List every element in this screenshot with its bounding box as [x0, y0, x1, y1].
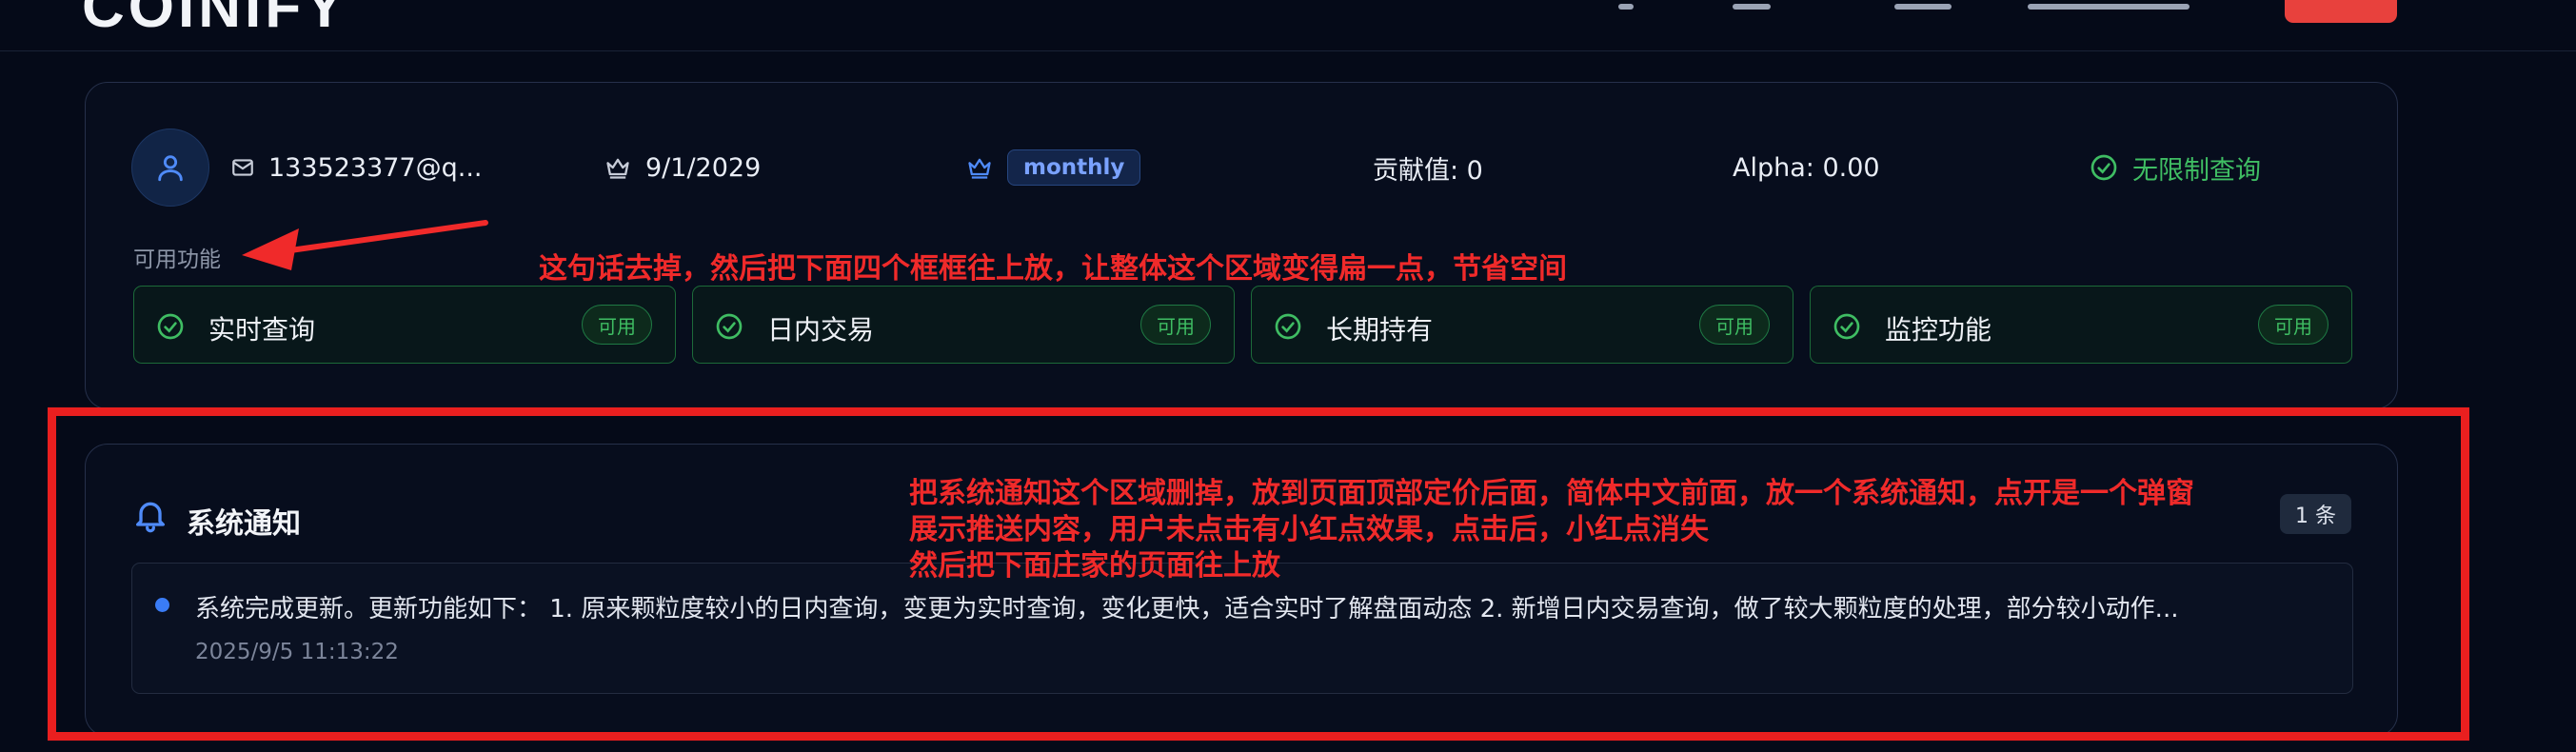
available-badge: 可用 [2258, 305, 2328, 345]
brand-logo[interactable]: COINIFY [82, 0, 347, 41]
alpha-stat: Alpha: 0.00 [1733, 152, 1880, 183]
check-circle-icon [2091, 154, 2117, 181]
top-nav: COINIFY [0, 0, 2576, 51]
nav-item-fragment[interactable] [1733, 4, 1771, 10]
feature-name: 长期持有 [1326, 314, 1434, 346]
annotation-line: 把系统通知这个区域删掉，放到页面顶部定价后面，简体中文前面，放一个系统通知，点开… [909, 477, 2194, 510]
check-circle-icon [1833, 313, 1860, 340]
expiry-date: 9/1/2029 [645, 152, 762, 183]
contribution-stat: 贡献值: 0 [1373, 153, 1483, 186]
check-circle-icon [1275, 313, 1301, 340]
nav-item-fragment[interactable] [1894, 4, 1952, 10]
query-status: 无限制查询 [2089, 153, 2261, 186]
mail-icon [232, 159, 253, 176]
annotation-arrow [242, 220, 488, 270]
annotation-line: 展示推送内容，用户未点击有小红点效果，点击后，小红点消失 [909, 513, 1709, 546]
feature-name: 日内交易 [767, 314, 875, 346]
plan-badge: monthly [1007, 149, 1141, 186]
avatar[interactable] [131, 129, 209, 207]
feature-card-realtime[interactable]: 实时查询 可用 [133, 286, 676, 364]
available-badge: 可用 [582, 305, 652, 345]
crown-icon [606, 158, 629, 179]
check-circle-icon [157, 313, 184, 340]
nav-item-fragment[interactable] [1618, 4, 1634, 10]
available-badge: 可用 [1699, 305, 1770, 345]
feature-name: 监控功能 [1885, 314, 1992, 346]
user-icon [158, 155, 183, 182]
annotation-line: 然后把下面庄家的页面往上放 [909, 549, 1280, 583]
check-circle-icon [716, 313, 743, 340]
section-label: 可用功能 [133, 247, 221, 272]
nav-item-fragment[interactable] [2028, 4, 2190, 10]
alpha-text: Alpha: 0.00 [1733, 152, 1880, 183]
feature-card-monitor[interactable]: 监控功能 可用 [1810, 286, 2352, 364]
feature-card-intraday[interactable]: 日内交易 可用 [692, 286, 1235, 364]
crown-icon [968, 158, 991, 179]
plan-stat: monthly [965, 149, 1141, 186]
contribution-text: 贡献值: 0 [1373, 155, 1483, 186]
available-badge: 可用 [1140, 305, 1211, 345]
annotation-text: 这句话去掉，然后把下面四个框框往上放，让整体这个区域变得扁一点，节省空间 [539, 252, 1567, 286]
feature-card-longterm[interactable]: 长期持有 可用 [1251, 286, 1793, 364]
email-text: 133523377@q... [268, 152, 483, 183]
feature-name: 实时查询 [208, 314, 316, 346]
nav-action-button[interactable] [2285, 0, 2397, 23]
annotation-text: 把系统通知这个区域删掉，放到页面顶部定价后面，简体中文前面，放一个系统通知，点开… [909, 476, 2194, 584]
expiry-stat: 9/1/2029 [604, 152, 762, 183]
query-status-text: 无限制查询 [2132, 155, 2261, 186]
email-stat: 133523377@q... [230, 152, 483, 183]
